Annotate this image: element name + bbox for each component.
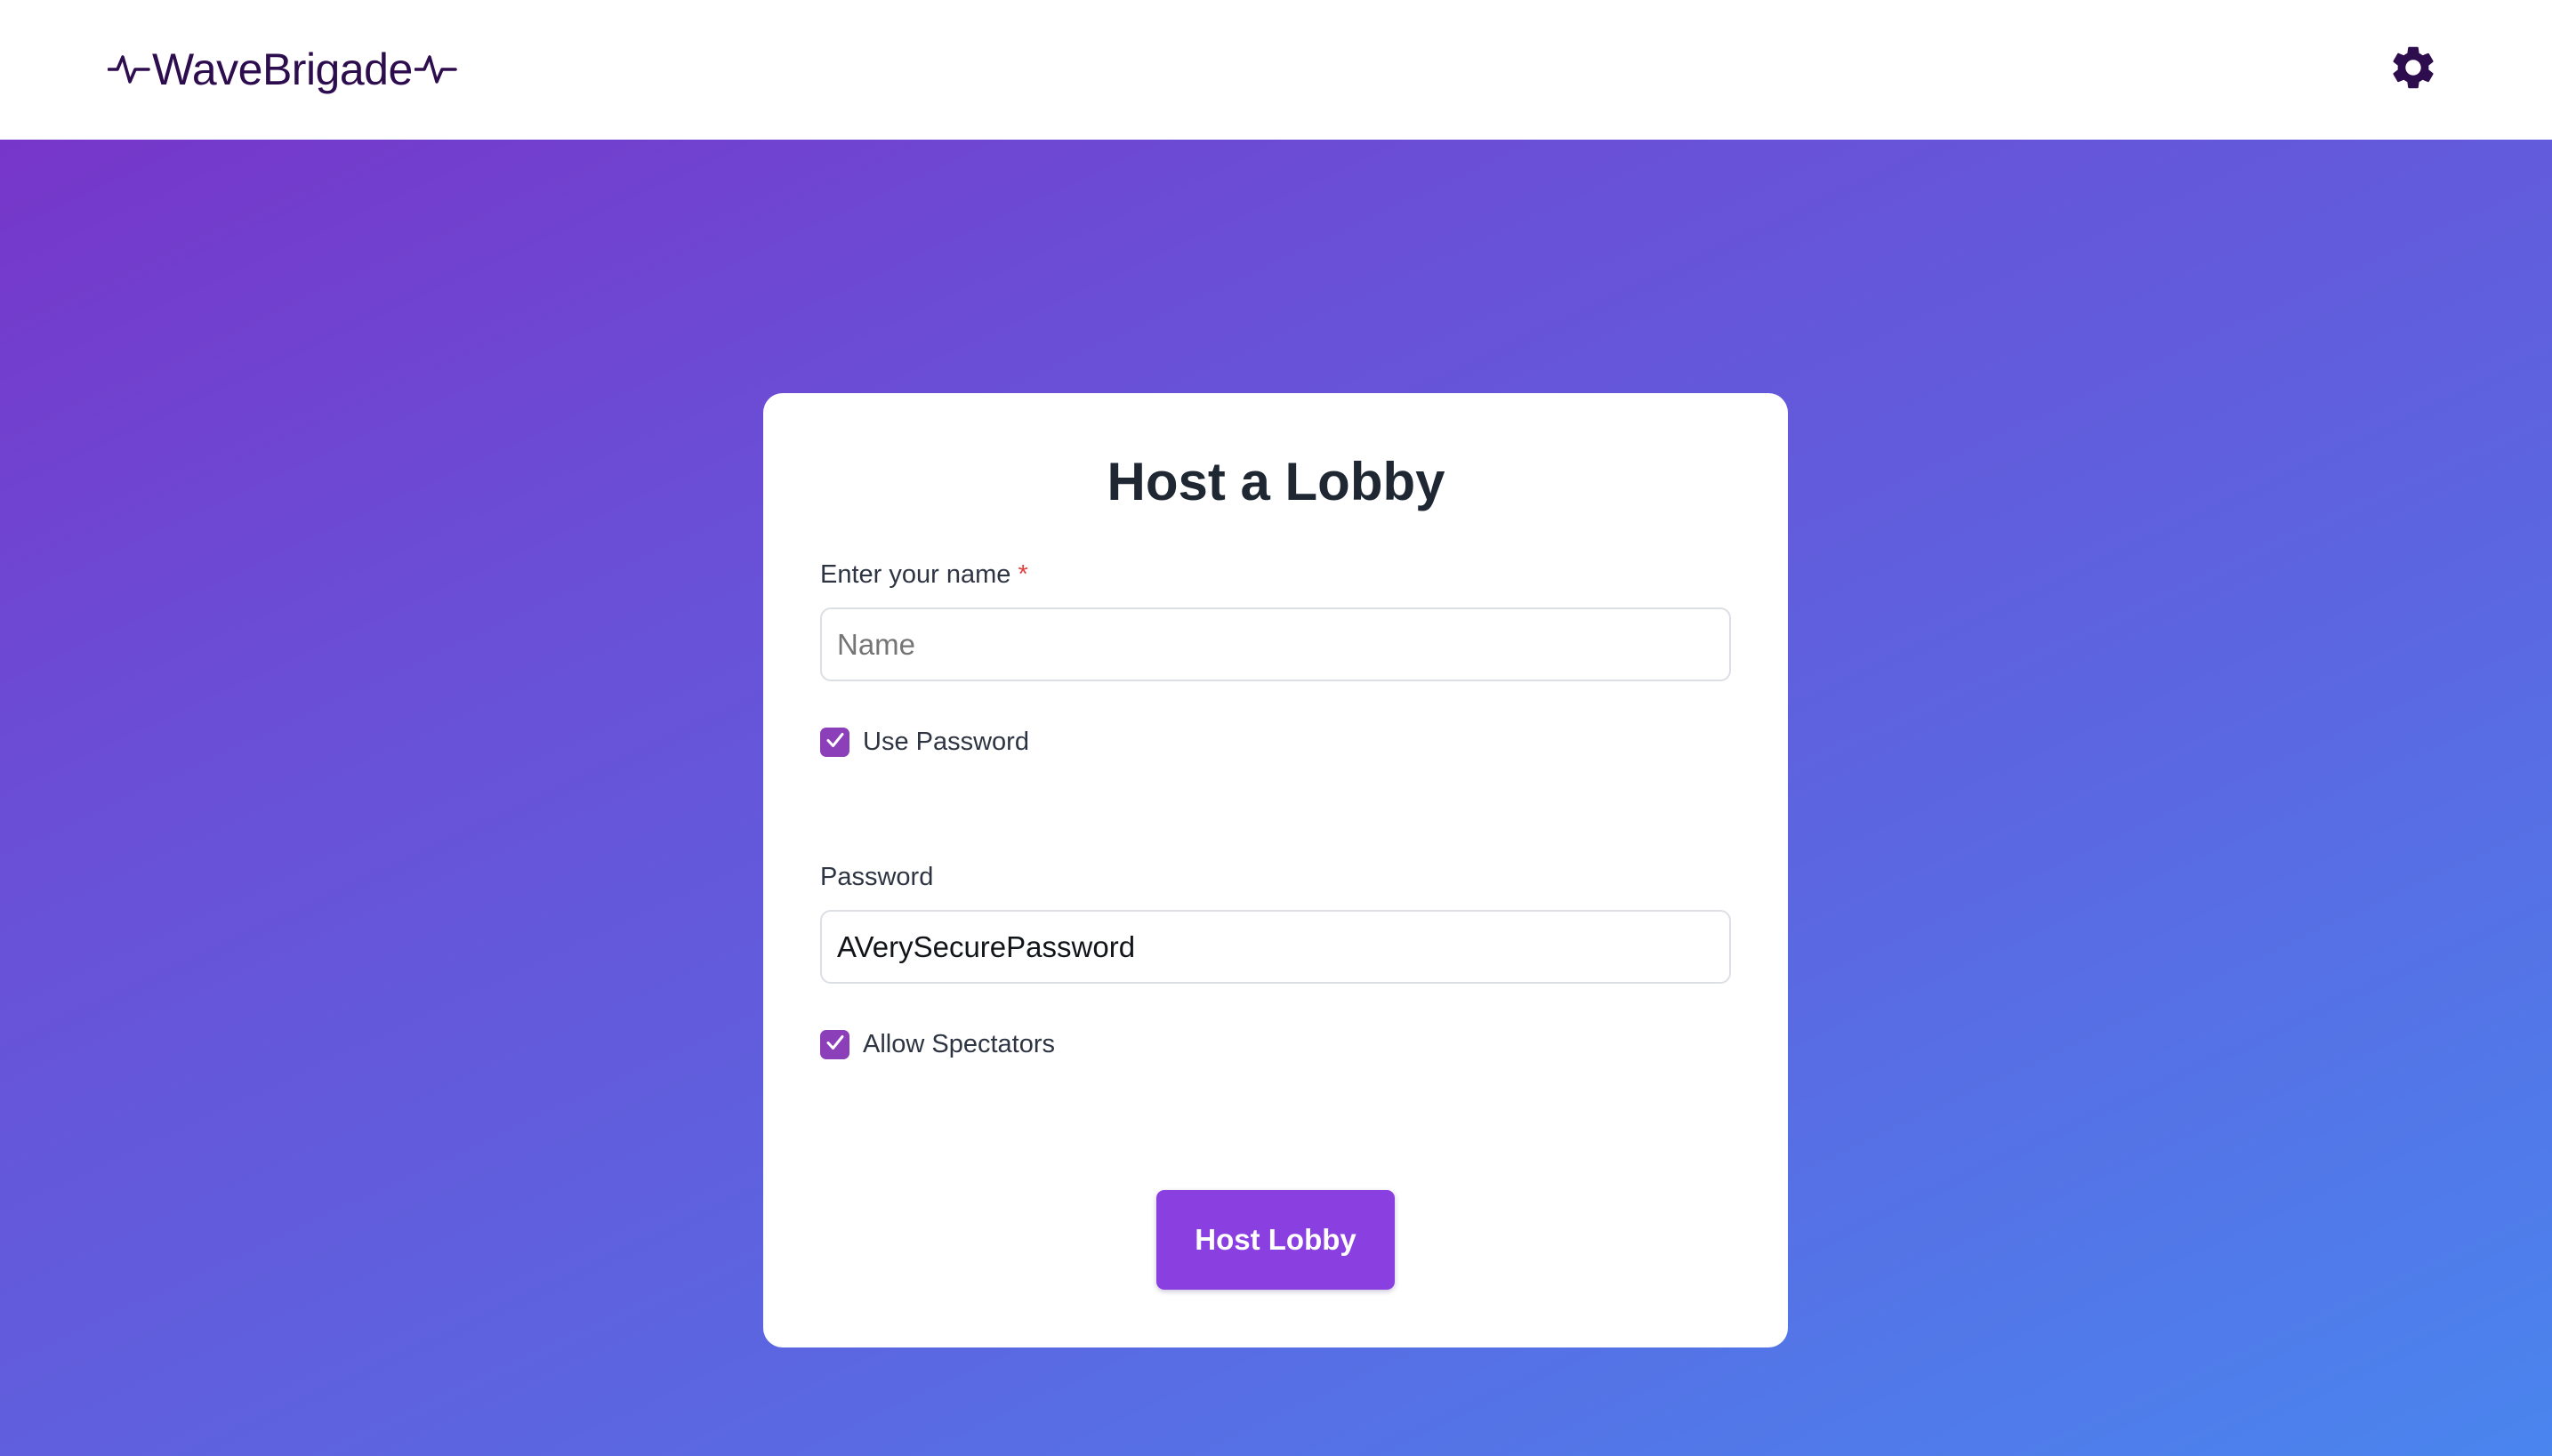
allow-spectators-checkbox[interactable] [820,1029,849,1059]
heartbeat-wave-icon [108,52,150,87]
required-asterisk: * [1018,560,1028,589]
settings-button[interactable] [2387,42,2439,93]
password-input[interactable] [820,910,1731,984]
gear-icon [2387,42,2439,93]
host-lobby-button[interactable]: Host Lobby [1156,1190,1395,1290]
page-title: Host a Lobby [1107,452,1445,511]
name-label-text: Enter your name [820,560,1011,589]
checkmark-icon [825,1032,846,1058]
heartbeat-wave-icon [414,52,457,87]
use-password-checkbox[interactable] [820,727,849,757]
allow-spectators-toggle[interactable]: Allow Spectators [820,1029,1055,1059]
logo-text: WaveBrigade [152,44,413,94]
name-field-label: Enter your name * [820,559,1028,591]
password-label: Password [820,863,934,891]
use-password-label: Use Password [863,727,1029,756]
top-header: WaveBrigade [0,0,2552,140]
wavebrigade-logo[interactable]: WaveBrigade [108,41,457,98]
checkmark-icon [825,729,846,755]
allow-spectators-label: Allow Spectators [863,1029,1055,1058]
name-input[interactable] [820,607,1731,681]
use-password-toggle[interactable]: Use Password [820,727,1029,757]
